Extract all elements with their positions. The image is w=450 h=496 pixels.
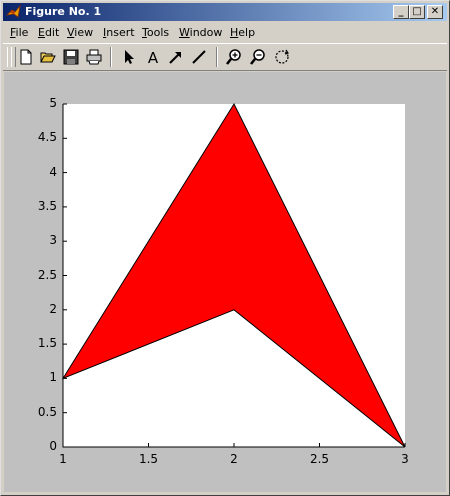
insert-text-button[interactable]: A	[143, 47, 163, 67]
svg-text:A: A	[148, 49, 159, 65]
y-tick-label: 2.5	[37, 267, 57, 282]
y-tick-label: 4	[49, 164, 57, 179]
menu-window[interactable]: Window	[179, 26, 222, 39]
y-tick-label: 4.5	[37, 130, 57, 145]
print-icon	[86, 49, 102, 65]
x-tick-label: 2	[230, 452, 238, 466]
menu-file[interactable]: File	[10, 26, 28, 39]
insert-text-icon: A	[148, 49, 159, 65]
figure-window: Figure No. 1 _ □ ✕ File Edit View Insert…	[0, 0, 450, 496]
toolbar-separator	[110, 47, 112, 67]
figure-toolbar: A	[3, 43, 447, 71]
print-figure-button[interactable]	[84, 47, 104, 67]
y-tick-label: 1.5	[37, 336, 57, 351]
menu-bar: File Edit View Insert Tools Window Help	[3, 23, 447, 42]
window-title: Figure No. 1	[25, 5, 102, 18]
new-figure-button[interactable]	[16, 47, 36, 67]
y-tick-label: 3.5	[37, 198, 57, 213]
plot-svg	[61, 102, 406, 448]
y-tick-label: 0	[49, 439, 57, 453]
maximize-button[interactable]: □	[409, 5, 425, 19]
y-tick-label: 5	[49, 96, 57, 110]
zoom-in-icon	[226, 49, 241, 65]
x-tick-label: 3	[401, 452, 409, 466]
insert-line-icon	[192, 50, 206, 64]
open-file-button[interactable]	[38, 47, 58, 67]
menu-tools[interactable]: Tools	[142, 26, 169, 39]
minimize-button[interactable]: _	[393, 5, 409, 19]
insert-line-button[interactable]	[189, 47, 209, 67]
menu-insert[interactable]: Insert	[103, 26, 135, 39]
y-tick-label: 2	[49, 301, 57, 316]
y-tick-label: 0.5	[37, 404, 57, 419]
figure-canvas[interactable]: 0 0.5 1 1.5 2 2.5 3 3.5 4 4.5 5 1 1.5 2 2.5 3	[4, 72, 446, 492]
menu-view[interactable]: View	[67, 26, 93, 39]
minimize-icon: _	[398, 6, 404, 17]
arrow-cursor-icon	[125, 50, 134, 64]
new-file-icon	[20, 49, 32, 65]
y-tick-label: 3	[49, 233, 57, 248]
x-tick-label: 1.5	[138, 452, 159, 466]
edit-plot-button[interactable]	[119, 47, 139, 67]
rotate-icon	[275, 49, 289, 64]
y-tick-label: 1	[49, 370, 57, 385]
close-icon: ✕	[430, 6, 440, 17]
x-tick-label: 1	[59, 452, 67, 466]
matlab-logo-icon	[6, 4, 21, 18]
menu-help[interactable]: Help	[230, 26, 255, 39]
save-figure-button[interactable]	[61, 47, 81, 67]
close-button[interactable]: ✕	[427, 5, 443, 19]
menu-edit[interactable]: Edit	[38, 26, 59, 39]
insert-arrow-icon	[169, 52, 181, 64]
maximize-icon: □	[412, 6, 422, 17]
rotate-3d-button[interactable]	[272, 47, 292, 67]
x-tick-label: 2.5	[309, 452, 330, 466]
zoom-in-button[interactable]	[224, 47, 244, 67]
filled-polygon[interactable]	[61, 102, 406, 448]
toolbar-separator-2	[216, 47, 218, 67]
insert-arrow-button[interactable]	[166, 47, 186, 67]
save-icon	[63, 49, 79, 65]
title-bar[interactable]: Figure No. 1 _ □ ✕	[3, 3, 447, 21]
zoom-out-button[interactable]	[248, 47, 268, 67]
zoom-out-icon	[250, 49, 265, 65]
open-folder-icon	[40, 52, 56, 63]
